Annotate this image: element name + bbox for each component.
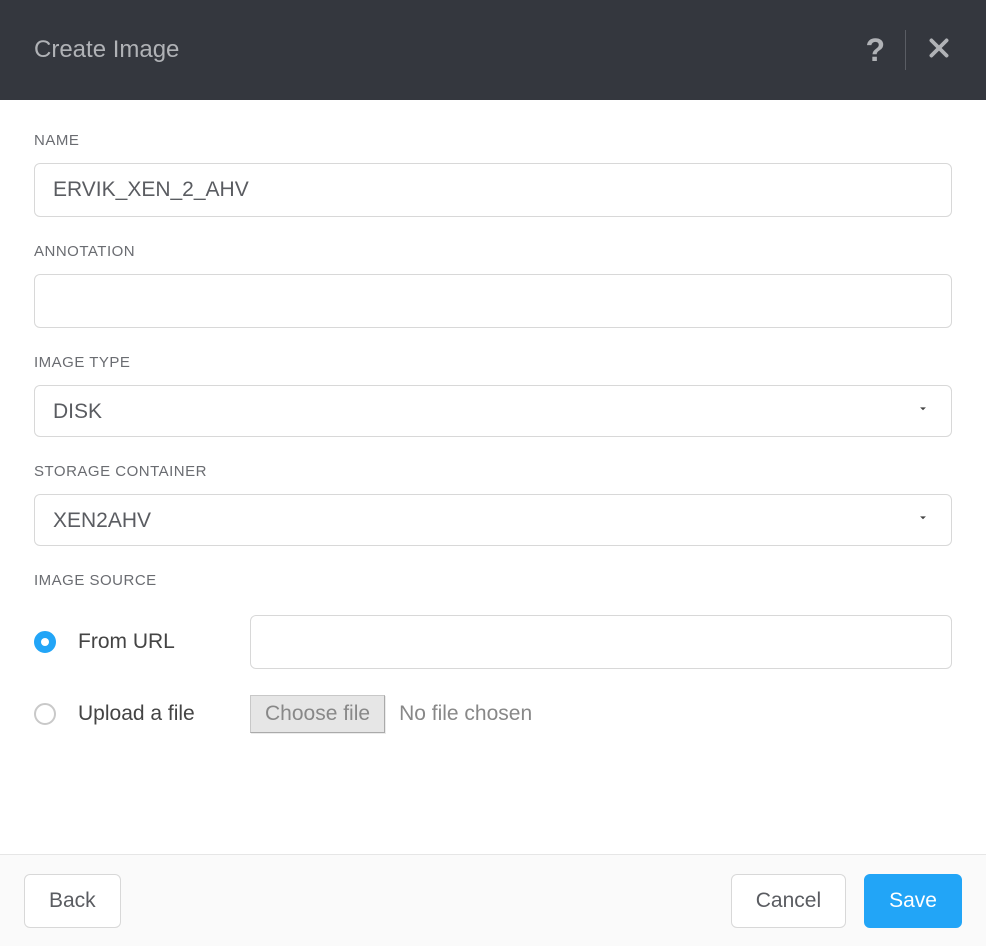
storage-container-select[interactable]: XEN2AHV: [34, 494, 952, 546]
header-divider: [905, 30, 906, 70]
image-type-label: IMAGE TYPE: [34, 354, 952, 371]
source-row-url: From URL: [34, 615, 952, 669]
modal-footer: Back Cancel Save: [0, 854, 986, 946]
form-group-name: NAME: [34, 132, 952, 217]
help-icon[interactable]: ?: [865, 32, 885, 69]
annotation-label: ANNOTATION: [34, 243, 952, 260]
close-icon[interactable]: [926, 33, 952, 67]
modal-header: Create Image ?: [0, 0, 986, 100]
form-group-image-type: IMAGE TYPE DISK: [34, 354, 952, 437]
name-label: NAME: [34, 132, 952, 149]
from-url-label[interactable]: From URL: [78, 630, 175, 654]
radio-from-url[interactable]: [34, 631, 56, 653]
form-group-annotation: ANNOTATION: [34, 243, 952, 328]
upload-file-label[interactable]: Upload a file: [78, 702, 195, 726]
storage-container-label: STORAGE CONTAINER: [34, 463, 952, 480]
choose-file-button[interactable]: Choose file: [250, 695, 385, 733]
modal-body: NAME ANNOTATION IMAGE TYPE DISK STORAGE …: [0, 100, 986, 733]
modal-title: Create Image: [34, 36, 179, 64]
header-actions: ?: [865, 30, 952, 70]
form-group-storage-container: STORAGE CONTAINER XEN2AHV: [34, 463, 952, 546]
save-button[interactable]: Save: [864, 874, 962, 928]
name-input[interactable]: [34, 163, 952, 217]
image-type-select[interactable]: DISK: [34, 385, 952, 437]
url-input[interactable]: [250, 615, 952, 669]
annotation-input[interactable]: [34, 274, 952, 328]
back-button[interactable]: Back: [24, 874, 121, 928]
cancel-button[interactable]: Cancel: [731, 874, 846, 928]
image-source-label: IMAGE SOURCE: [34, 572, 952, 589]
no-file-chosen-text: No file chosen: [399, 702, 532, 726]
source-row-upload: Upload a file Choose file No file chosen: [34, 695, 952, 733]
image-source-section: IMAGE SOURCE From URL Upload a file Choo…: [34, 572, 952, 733]
radio-upload-file[interactable]: [34, 703, 56, 725]
